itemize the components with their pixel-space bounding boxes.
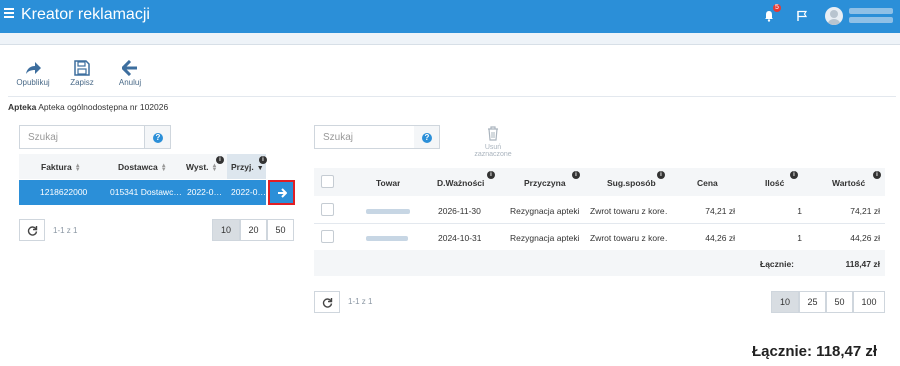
suggested-method: Zwrot towaru z kore… bbox=[590, 206, 668, 216]
invoice-search-input[interactable]: Szukaj bbox=[19, 125, 145, 149]
select-all-checkbox[interactable] bbox=[321, 175, 334, 188]
quantity: 1 bbox=[797, 233, 802, 243]
price: 44,26 zł bbox=[705, 233, 735, 243]
row-value: 44,26 zł bbox=[850, 233, 880, 243]
invoice-number: 1218622000 bbox=[40, 187, 88, 197]
pharmacy-value: Apteka ogólnodostępna nr 102026 bbox=[38, 102, 169, 112]
user-avatar[interactable] bbox=[825, 7, 843, 25]
header-strip bbox=[0, 33, 900, 45]
reason: Rezygnacja apteki bbox=[510, 233, 580, 243]
publish-label: Opublikuj bbox=[16, 78, 50, 87]
col-przyj[interactable]: Przyj. ▼ bbox=[231, 162, 264, 172]
product-pager-info: 1-1 z 1 bbox=[348, 297, 373, 306]
user-role-blurred bbox=[849, 17, 893, 23]
cancel-button[interactable]: Anuluj bbox=[110, 60, 150, 87]
col-ilosc[interactable]: Ilość bbox=[765, 178, 784, 188]
col-cena[interactable]: Cena bbox=[697, 178, 718, 188]
cancel-label: Anuluj bbox=[118, 78, 142, 87]
info-icon[interactable]: i bbox=[487, 171, 495, 179]
product-name-blurred bbox=[366, 233, 408, 243]
info-icon[interactable]: i bbox=[873, 171, 881, 179]
share-arrow-icon bbox=[26, 62, 41, 74]
col-d-waznosci[interactable]: D.Ważności bbox=[437, 178, 484, 188]
total-label: Łącznie: bbox=[760, 259, 795, 269]
arrow-right-icon bbox=[278, 188, 287, 198]
app-header: Kreator reklamacji 5 bbox=[0, 0, 900, 33]
row-checkbox[interactable] bbox=[321, 203, 334, 216]
invoice-pager-info: 1-1 z 1 bbox=[53, 226, 78, 235]
invoice-help-button[interactable]: ? bbox=[145, 125, 171, 149]
invoice-refresh-button[interactable] bbox=[19, 219, 45, 241]
floppy-disk-icon bbox=[74, 60, 90, 76]
question-icon: ? bbox=[153, 133, 163, 143]
suggested-method: Zwrot towaru z kore… bbox=[590, 233, 668, 243]
reason: Rezygnacja apteki bbox=[510, 206, 580, 216]
trash-icon bbox=[488, 126, 498, 141]
invoice-supplier: 015341 Dostawc… bbox=[110, 187, 182, 197]
page-size-50[interactable]: 50 bbox=[267, 219, 294, 241]
user-name-blurred bbox=[849, 8, 893, 14]
page-size-25[interactable]: 25 bbox=[799, 291, 826, 313]
info-icon[interactable]: i bbox=[572, 171, 580, 179]
row-checkbox[interactable] bbox=[321, 230, 334, 243]
sort-icon: ▲ ▼ bbox=[160, 162, 167, 172]
expiry-date: 2024-10-31 bbox=[438, 233, 482, 243]
pharmacy-label: Apteka bbox=[8, 102, 37, 112]
notification-badge: 5 bbox=[773, 4, 781, 12]
page-size-20[interactable]: 20 bbox=[240, 219, 267, 241]
invoice-receipt-date: 2022-0… bbox=[231, 187, 266, 197]
row-divider bbox=[314, 223, 885, 224]
bell-icon[interactable] bbox=[763, 10, 775, 22]
divider bbox=[8, 96, 896, 97]
product-name-blurred bbox=[366, 206, 410, 216]
total-value: 118,47 zł bbox=[845, 259, 880, 269]
row-value: 74,21 zł bbox=[850, 206, 880, 216]
sort-desc-icon: ▼ bbox=[256, 165, 264, 172]
product-help-button[interactable]: ? bbox=[414, 125, 440, 149]
arrow-left-icon bbox=[122, 60, 137, 76]
sort-icon: ▲ ▼ bbox=[74, 162, 81, 172]
product-search-input[interactable]: Szukaj bbox=[314, 125, 415, 149]
col-przyczyna[interactable]: Przyczyna bbox=[524, 178, 566, 188]
info-icon[interactable]: i bbox=[259, 156, 267, 164]
save-button[interactable]: Zapisz bbox=[62, 60, 102, 87]
quantity: 1 bbox=[797, 206, 802, 216]
invoice-issue-date: 2022-0… bbox=[187, 187, 222, 197]
col-dostawca[interactable]: Dostawca ▲ ▼ bbox=[118, 162, 167, 172]
save-label: Zapisz bbox=[70, 78, 94, 87]
pharmacy-info: Apteka Apteka ogólnodostępna nr 102026 bbox=[8, 102, 168, 112]
page-size-100[interactable]: 100 bbox=[853, 291, 885, 313]
flag-icon[interactable] bbox=[796, 10, 808, 22]
col-faktura[interactable]: Faktura ▲ ▼ bbox=[41, 162, 81, 172]
grand-total: Łącznie: 118,47 zł bbox=[752, 343, 878, 360]
delete-selected-label: Usuń zaznaczone bbox=[474, 144, 512, 158]
add-invoice-button[interactable] bbox=[268, 180, 295, 205]
page-size-10[interactable]: 10 bbox=[212, 219, 240, 241]
col-wartosc[interactable]: Wartość bbox=[832, 178, 865, 188]
page-size-10[interactable]: 10 bbox=[771, 291, 799, 313]
question-icon: ? bbox=[422, 133, 432, 143]
sort-icon: ▲ ▼ bbox=[211, 162, 218, 172]
col-towar[interactable]: Towar bbox=[376, 178, 400, 188]
info-icon[interactable]: i bbox=[657, 171, 665, 179]
expiry-date: 2026-11-30 bbox=[438, 206, 481, 216]
product-refresh-button[interactable] bbox=[314, 291, 340, 313]
price: 74,21 zł bbox=[705, 206, 735, 216]
page-size-50[interactable]: 50 bbox=[826, 291, 853, 313]
info-icon[interactable]: i bbox=[790, 171, 798, 179]
info-icon[interactable]: i bbox=[216, 156, 224, 164]
col-sug-sposob[interactable]: Sug.sposób bbox=[607, 178, 656, 188]
refresh-icon bbox=[27, 226, 38, 236]
refresh-icon bbox=[322, 298, 333, 308]
hamburger-menu-icon[interactable] bbox=[4, 8, 14, 18]
table-total-row bbox=[314, 250, 885, 276]
col-wyst[interactable]: Wyst. ▲ ▼ bbox=[186, 162, 217, 172]
app-title: Kreator reklamacji bbox=[21, 6, 150, 23]
delete-selected-button[interactable]: Usuń zaznaczone bbox=[466, 126, 520, 158]
publish-button[interactable]: Opublikuj bbox=[13, 60, 53, 87]
